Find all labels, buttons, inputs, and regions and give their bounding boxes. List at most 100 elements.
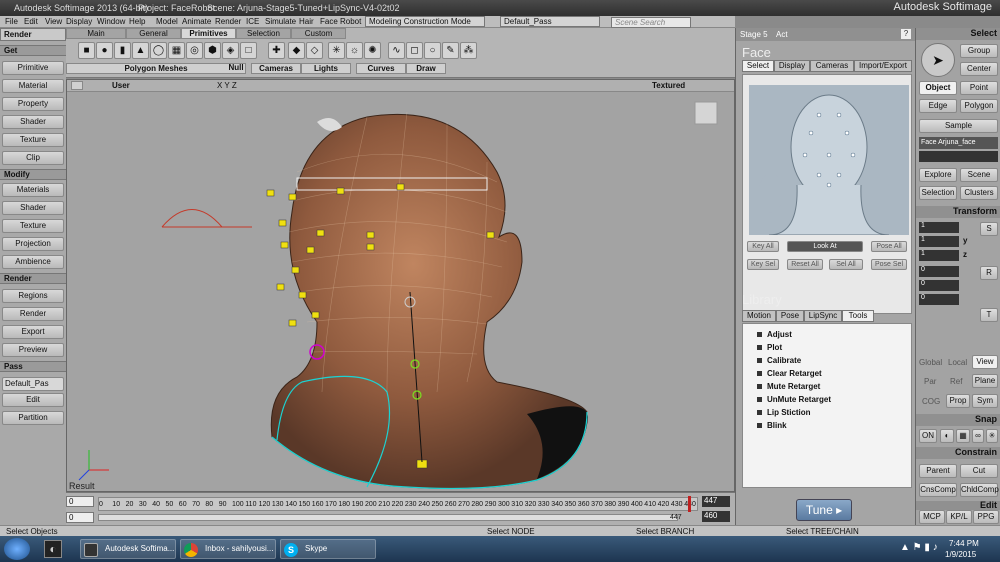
mode-dropdown[interactable]: Modeling Construction Mode [365, 16, 485, 27]
snap-magnet-icon[interactable]: ◐ [940, 429, 954, 443]
translate-button[interactable]: T [980, 308, 998, 322]
tool-unmute-retarget[interactable]: UnMute Retarget [757, 395, 831, 404]
null-icon[interactable]: ✚ [268, 42, 285, 59]
menu-simulate[interactable]: Simulate [265, 17, 296, 26]
tab-selection[interactable]: Selection [236, 28, 291, 39]
prop-button[interactable]: Prop [946, 394, 970, 408]
clip-button[interactable]: Clip [2, 151, 64, 165]
pass-edit-button[interactable]: Edit [2, 393, 64, 407]
sym-button[interactable]: Sym [972, 394, 998, 408]
tab-select[interactable]: Select [742, 60, 774, 72]
scene-button[interactable]: Scene [960, 168, 998, 182]
tool-plot[interactable]: Plot [757, 343, 782, 352]
menu-ice[interactable]: ICE [246, 17, 259, 26]
polygon-button[interactable]: Polygon [960, 99, 998, 113]
pass-dropdown[interactable]: Default_Pass [500, 16, 600, 27]
modify-texture-button[interactable]: Texture [2, 219, 64, 233]
tab-lipsync[interactable]: LipSync [804, 310, 842, 322]
display-mode-select[interactable]: Textured [652, 81, 685, 90]
projection-button[interactable]: Projection [2, 237, 64, 251]
explore-button[interactable]: Explore [919, 168, 957, 182]
tab-custom[interactable]: Custom [291, 28, 346, 39]
kpl-tab[interactable]: KP/L [946, 510, 972, 524]
tab-general[interactable]: General [126, 28, 181, 39]
point-button[interactable]: Point [960, 81, 998, 95]
cone-icon[interactable]: ▲ [132, 42, 149, 59]
cnscomp-button[interactable]: CnsComp [919, 483, 957, 497]
draw2-icon[interactable]: ⁂ [460, 42, 477, 59]
snap-on-button[interactable]: ON [919, 429, 937, 443]
geosphere-icon[interactable]: ◈ [222, 42, 239, 59]
tab-cameras[interactable]: Cameras [810, 60, 854, 72]
par-toggle[interactable]: Par [924, 377, 936, 386]
square-icon[interactable]: □ [240, 42, 257, 59]
snap-link-icon[interactable]: ∞ [972, 429, 984, 443]
rot-z-field[interactable]: 0 [919, 294, 959, 305]
ambience-button[interactable]: Ambience [2, 255, 64, 269]
pose-all-button[interactable]: Pose All [871, 241, 907, 252]
group-button[interactable]: Group [960, 44, 998, 58]
range-slider[interactable] [98, 514, 678, 521]
camera-select[interactable]: User [112, 81, 130, 90]
partition-button[interactable]: Partition [2, 411, 64, 425]
timeline-start-input[interactable]: 0 [66, 496, 94, 507]
menu-edit[interactable]: Edit [24, 17, 38, 26]
help-icon[interactable]: ? [901, 29, 911, 39]
scale-button[interactable]: S [980, 222, 998, 236]
current-frame-field[interactable]: 447 [702, 496, 730, 507]
tab-main[interactable]: Main [66, 28, 126, 39]
shader-button[interactable]: Shader [2, 115, 64, 129]
mcp-tab[interactable]: MCP [919, 510, 945, 524]
key-all-button[interactable]: Key All [747, 241, 779, 252]
light-infinite-icon[interactable]: ✺ [364, 42, 381, 59]
draw-icon[interactable]: ✎ [442, 42, 459, 59]
camera2-icon[interactable]: ◇ [306, 42, 323, 59]
tab-motion[interactable]: Motion [742, 310, 776, 322]
tool-blink[interactable]: Blink [757, 421, 787, 430]
primitive-button[interactable]: Primitive [2, 61, 64, 75]
tool-lip-stiction[interactable]: Lip Stiction [757, 408, 811, 417]
select-arrow-icon[interactable]: ➤ [921, 43, 955, 77]
tune-button[interactable]: Tune ▸ [796, 499, 852, 521]
center-button[interactable]: Center [960, 62, 998, 76]
light-spot-icon[interactable]: ☼ [346, 42, 363, 59]
menu-face-robot[interactable]: Face Robot [320, 17, 361, 26]
materials-button[interactable]: Materials [2, 183, 64, 197]
tab-display[interactable]: Display [774, 60, 810, 72]
menu-animate[interactable]: Animate [182, 17, 211, 26]
tab-tools[interactable]: Tools [842, 310, 874, 322]
rotate-button[interactable]: R [980, 266, 998, 280]
timeline-ruler[interactable]: 0 10 20 30 40 50 60 70 80 90 100 110 120 130 140 150 160… [98, 497, 698, 511]
render-button[interactable]: Render [2, 307, 64, 321]
tab-pose[interactable]: Pose [776, 310, 804, 322]
pose-sel-button[interactable]: Pose Sel [871, 259, 907, 270]
regions-button[interactable]: Regions [2, 289, 64, 303]
chldcomp-button[interactable]: ChldComp [960, 483, 999, 497]
sel-all-button[interactable]: Sel All [829, 259, 863, 270]
left-panel-mode[interactable]: Render [0, 28, 66, 41]
tab-primitives[interactable]: Primitives [181, 28, 236, 39]
circle-curve-icon[interactable]: ○ [424, 42, 441, 59]
look-at-button[interactable]: Look At [787, 241, 863, 252]
curve-icon[interactable]: ∿ [388, 42, 405, 59]
menu-render[interactable]: Render [215, 17, 241, 26]
scale-x-field[interactable]: 1 [919, 222, 959, 233]
disc-icon[interactable]: ◎ [186, 42, 203, 59]
cog-toggle[interactable]: COG [922, 397, 940, 406]
scale-y-field[interactable]: 1 [919, 236, 959, 247]
menu-file[interactable]: File [5, 17, 18, 26]
plane-toggle[interactable]: Plane [972, 374, 998, 388]
sample-button[interactable]: Sample [919, 119, 998, 133]
menu-hair[interactable]: Hair [299, 17, 314, 26]
menu-model[interactable]: Model [156, 17, 178, 26]
cut-button[interactable]: Cut [960, 464, 998, 478]
range-end-field[interactable]: 460 [702, 511, 730, 522]
menu-view[interactable]: View [45, 17, 62, 26]
edge-button[interactable]: Edge [919, 99, 957, 113]
material-button[interactable]: Material [2, 79, 64, 93]
clusters-button[interactable]: Clusters [960, 186, 998, 200]
snap-point-icon[interactable]: ✳ [986, 429, 998, 443]
face-model[interactable] [67, 92, 734, 491]
tool-calibrate[interactable]: Calibrate [757, 356, 801, 365]
menu-window[interactable]: Window [97, 17, 125, 26]
